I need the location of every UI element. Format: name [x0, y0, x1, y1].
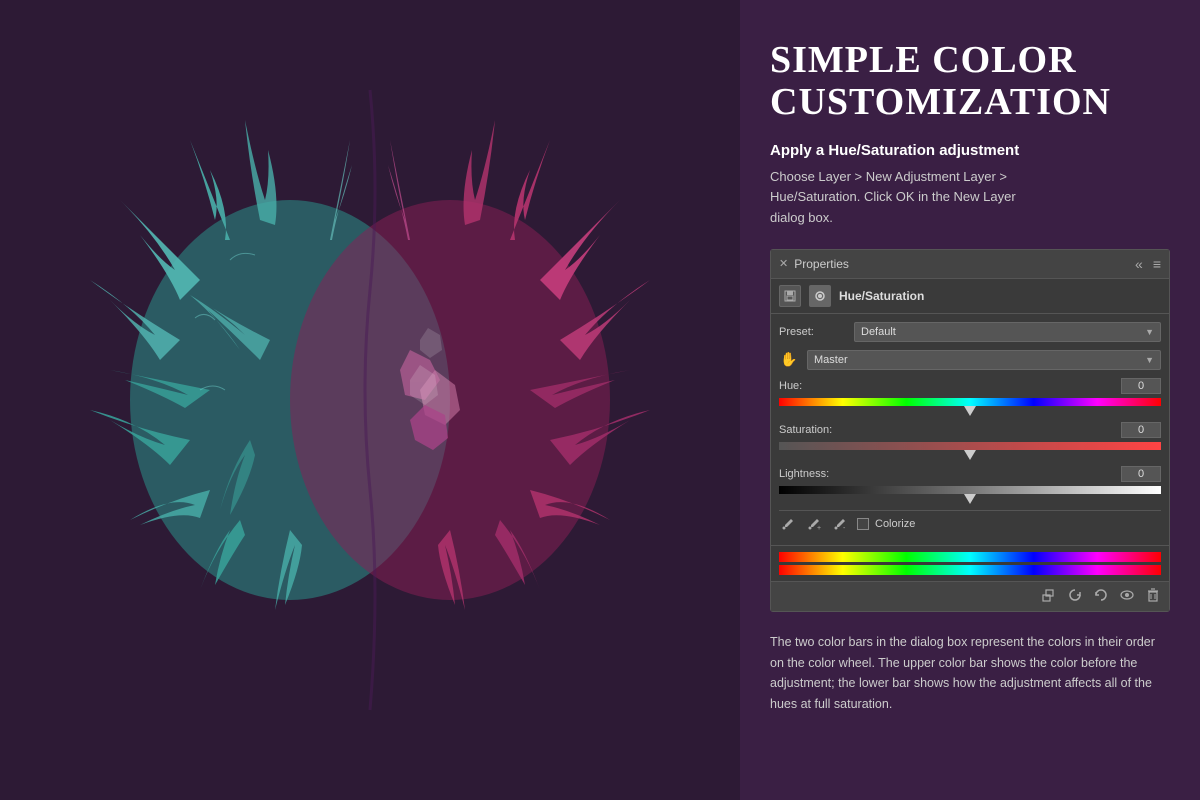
- preset-label: Preset:: [779, 326, 854, 338]
- clip-to-layer-icon[interactable]: [1041, 587, 1057, 606]
- panel-header-left: ✕ Properties: [779, 257, 849, 271]
- color-bar-lower: [779, 565, 1161, 575]
- panel-title: Properties: [794, 257, 849, 271]
- panel-controls-row: Hue/Saturation: [771, 279, 1169, 314]
- delete-icon: [1145, 587, 1161, 603]
- lightness-value[interactable]: 0: [1121, 466, 1161, 482]
- delete-icon-btn[interactable]: [1145, 587, 1161, 606]
- lightness-slider-header: Lightness: 0: [779, 466, 1161, 482]
- eyedropper-icon: [781, 517, 795, 531]
- channel-value: Master: [814, 354, 848, 366]
- title-section: SIMPLE COLOR CUSTOMIZATION Apply a Hue/S…: [770, 40, 1170, 229]
- saturation-slider-thumb[interactable]: [964, 450, 976, 460]
- visibility-icon: [1119, 587, 1135, 603]
- preset-dropdown-arrow: ▼: [1145, 327, 1154, 337]
- lightness-slider-track: [779, 486, 1161, 494]
- panel-control-label: Hue/Saturation: [839, 289, 924, 303]
- artwork-svg: [30, 40, 710, 760]
- svg-text:-: -: [843, 525, 846, 531]
- undo-icon: [1093, 587, 1109, 603]
- circle-icon: [814, 290, 826, 302]
- saturation-slider-track: [779, 442, 1161, 450]
- panel-close-button[interactable]: ✕: [779, 257, 788, 270]
- colorize-row: Colorize: [857, 518, 915, 530]
- panel-icon-btn-circle[interactable]: [809, 285, 831, 307]
- preset-value: Default: [861, 326, 896, 338]
- description: Choose Layer > New Adjustment Layer > Hu…: [770, 167, 1170, 229]
- panel-menu-button[interactable]: ≡: [1153, 256, 1161, 272]
- eyedropper-add-button[interactable]: +: [805, 515, 823, 533]
- panel-header: ✕ Properties « ≡: [771, 250, 1169, 279]
- saturation-slider-header: Saturation: 0: [779, 422, 1161, 438]
- lightness-slider-section: Lightness: 0: [779, 466, 1161, 504]
- hand-icon[interactable]: ✋: [779, 350, 799, 370]
- lightness-slider-thumb[interactable]: [964, 494, 976, 504]
- clip-icon: [1041, 587, 1057, 603]
- channel-dropdown[interactable]: Master ▼: [807, 350, 1161, 370]
- colorize-label: Colorize: [875, 518, 915, 530]
- eyedropper-subtract-icon: -: [833, 517, 847, 531]
- saturation-slider-section: Saturation: 0: [779, 422, 1161, 460]
- hue-slider-track-container[interactable]: [779, 398, 1161, 416]
- preset-row: Preset: Default ▼: [779, 322, 1161, 342]
- color-bar-upper: [779, 552, 1161, 562]
- panel-icon-btn-save[interactable]: [779, 285, 801, 307]
- color-bars-section: [771, 545, 1169, 581]
- eyedropper-add-icon: +: [807, 517, 821, 531]
- reset-icon: [1067, 587, 1083, 603]
- visibility-icon-btn[interactable]: [1119, 587, 1135, 606]
- lightness-slider-track-container[interactable]: [779, 486, 1161, 504]
- channel-row: ✋ Master ▼: [779, 350, 1161, 370]
- hue-value[interactable]: 0: [1121, 378, 1161, 394]
- panel-collapse-button[interactable]: «: [1135, 256, 1143, 272]
- saturation-value[interactable]: 0: [1121, 422, 1161, 438]
- hue-slider-section: Hue: 0: [779, 378, 1161, 416]
- preset-dropdown[interactable]: Default ▼: [854, 322, 1161, 342]
- left-panel: [0, 0, 740, 800]
- save-icon: [784, 290, 796, 302]
- undo-icon-btn[interactable]: [1093, 587, 1109, 606]
- lightness-label: Lightness:: [779, 468, 829, 480]
- saturation-label: Saturation:: [779, 424, 832, 436]
- saturation-slider-track-container[interactable]: [779, 442, 1161, 460]
- subtitle: Apply a Hue/Saturation adjustment: [770, 142, 1170, 159]
- eyedropper-row: + - Colorize: [779, 510, 1161, 537]
- bottom-description: The two color bars in the dialog box rep…: [770, 632, 1170, 715]
- hue-slider-header: Hue: 0: [779, 378, 1161, 394]
- panel-footer: [771, 581, 1169, 611]
- hue-slider-track: [779, 398, 1161, 406]
- reset-icon-btn[interactable]: [1067, 587, 1083, 606]
- colorize-checkbox[interactable]: [857, 518, 869, 530]
- hue-slider-thumb[interactable]: [964, 406, 976, 416]
- eyedropper-subtract-button[interactable]: -: [831, 515, 849, 533]
- channel-dropdown-arrow: ▼: [1145, 355, 1154, 365]
- svg-text:+: +: [817, 525, 821, 531]
- eyedropper-button[interactable]: [779, 515, 797, 533]
- hue-label: Hue:: [779, 380, 802, 392]
- main-title: SIMPLE COLOR CUSTOMIZATION: [770, 40, 1170, 124]
- panel-body: Preset: Default ▼ ✋ Master ▼ Hue: 0: [771, 314, 1169, 545]
- artwork-container: [0, 0, 740, 800]
- properties-panel: ✕ Properties « ≡: [770, 249, 1170, 612]
- right-panel: SIMPLE COLOR CUSTOMIZATION Apply a Hue/S…: [740, 0, 1200, 800]
